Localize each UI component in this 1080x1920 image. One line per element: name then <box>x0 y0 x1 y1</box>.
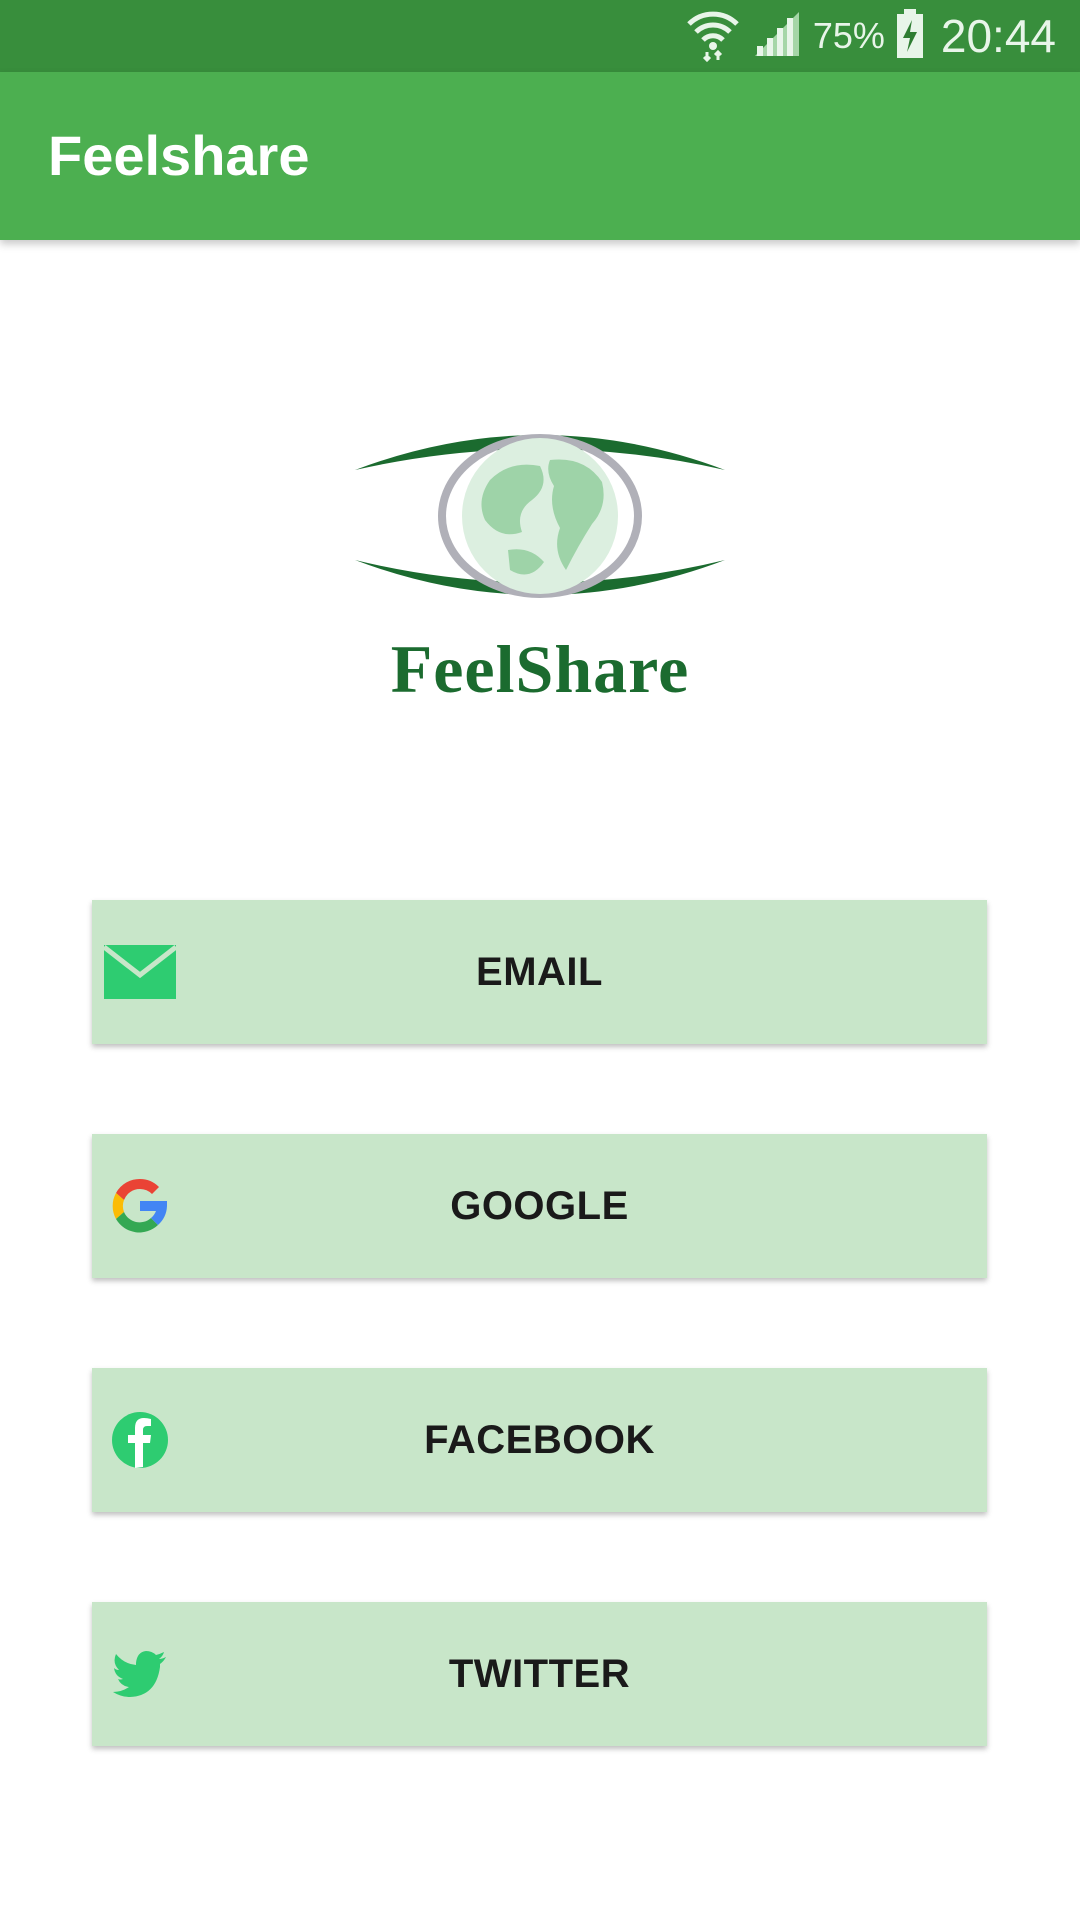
battery-percent: 75% <box>812 15 885 56</box>
email-login-label: EMAIL <box>476 950 603 994</box>
google-login-label: GOOGLE <box>450 1184 629 1228</box>
eye-globe-icon <box>355 434 725 598</box>
clock: 20:44 <box>940 10 1056 62</box>
feelshare-logo: FeelShare <box>340 420 740 720</box>
wifi-icon <box>685 6 741 67</box>
facebook-login-label: FACEBOOK <box>424 1418 655 1462</box>
app-title: Feelshare <box>48 124 310 187</box>
google-login-button[interactable]: GOOGLE <box>92 1134 987 1278</box>
signal-icon <box>751 8 803 65</box>
twitter-login-label: TWITTER <box>448 1652 631 1696</box>
status-icons: 75% 20:44 <box>685 0 1056 72</box>
logo-text: FeelShare <box>390 631 690 707</box>
battery-charging-icon <box>895 8 925 65</box>
status-bar: 75% 20:44 <box>0 0 1080 72</box>
email-login-button[interactable]: EMAIL <box>92 900 987 1044</box>
facebook-login-button[interactable]: FACEBOOK <box>92 1368 987 1512</box>
app-bar: Feelshare <box>0 72 1080 240</box>
twitter-login-button[interactable]: TWITTER <box>92 1602 987 1746</box>
